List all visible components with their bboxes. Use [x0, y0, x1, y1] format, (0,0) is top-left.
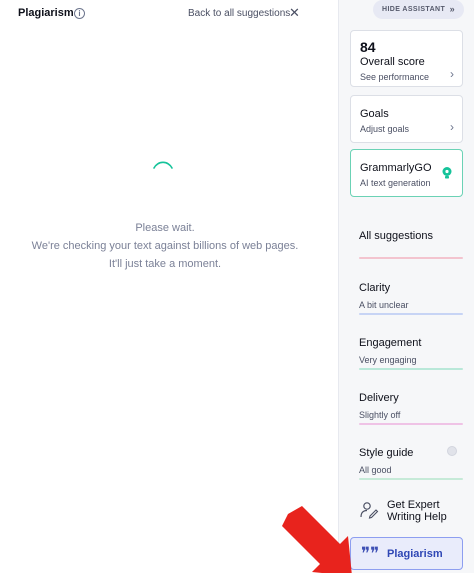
wait-message-line-2: We're checking your text against billion…	[31, 240, 299, 252]
category-status: Slightly off	[359, 410, 401, 420]
category-label: Engagement	[359, 337, 422, 349]
expert-line-1: Get Expert	[387, 499, 440, 511]
panel-header: Plagiarism i Back to all suggestions ✕	[0, 0, 338, 28]
category-clarity[interactable]: Clarity A bit unclear	[359, 282, 463, 316]
hide-assistant-button[interactable]: HIDE ASSISTANT »	[373, 0, 464, 19]
expert-line-2: Writing Help	[387, 511, 447, 523]
adjust-goals-link[interactable]: Adjust goals	[360, 124, 409, 134]
wait-message-line-3: It'll just take a moment.	[108, 258, 222, 270]
category-bar	[359, 478, 463, 480]
category-bar	[359, 368, 463, 370]
goals-label: Goals	[360, 108, 389, 120]
category-label: All suggestions	[359, 230, 433, 242]
overall-score-label: Overall score	[360, 56, 425, 68]
loading-spinner-icon	[153, 161, 173, 169]
plagiarism-button-label: Plagiarism	[387, 548, 443, 560]
status-dot-icon	[447, 446, 457, 456]
expert-writer-icon	[360, 502, 379, 519]
annotation-arrow-icon	[282, 506, 352, 573]
category-status: Very engaging	[359, 355, 417, 365]
assistant-sidebar: HIDE ASSISTANT » 84 Overall score See pe…	[339, 0, 474, 573]
double-chevron-right-icon: »	[449, 4, 455, 14]
info-icon[interactable]: i	[74, 8, 85, 19]
lightbulb-icon	[442, 167, 452, 179]
category-delivery[interactable]: Delivery Slightly off	[359, 392, 463, 426]
quote-icon: ❞❞	[361, 544, 380, 564]
category-status: A bit unclear	[359, 300, 409, 310]
category-engagement[interactable]: Engagement Very engaging	[359, 337, 463, 371]
overall-score-value: 84	[360, 39, 376, 55]
plagiarism-button[interactable]: ❞❞ Plagiarism	[350, 537, 463, 570]
panel-title: Plagiarism	[18, 7, 74, 19]
goals-card[interactable]: Goals Adjust goals ›	[350, 95, 463, 143]
see-performance-link[interactable]: See performance	[360, 72, 429, 82]
back-to-suggestions-link[interactable]: Back to all suggestions	[188, 8, 290, 19]
category-bar	[359, 257, 463, 259]
category-bar	[359, 313, 463, 315]
chevron-right-icon: ›	[450, 120, 454, 134]
plagiarism-panel: Plagiarism i Back to all suggestions ✕ P…	[0, 0, 338, 573]
chevron-right-icon: ›	[450, 67, 454, 81]
category-style-guide[interactable]: Style guide All good	[359, 446, 463, 481]
overall-score-card[interactable]: 84 Overall score See performance ›	[350, 30, 463, 87]
category-label: Delivery	[359, 392, 399, 404]
category-all-suggestions[interactable]: All suggestions	[359, 230, 463, 260]
hide-assistant-label: HIDE ASSISTANT	[382, 6, 446, 13]
grammarlygo-card[interactable]: GrammarlyGO AI text generation	[350, 149, 463, 197]
category-bar	[359, 423, 463, 425]
wait-message-line-1: Please wait.	[135, 222, 195, 234]
expert-writing-help-button[interactable]: Get Expert Writing Help	[359, 498, 469, 524]
category-status: All good	[359, 465, 392, 475]
close-icon[interactable]: ✕	[289, 5, 300, 21]
grammarlygo-label: GrammarlyGO	[360, 162, 432, 174]
category-label: Style guide	[359, 447, 414, 459]
grammarlygo-sub: AI text generation	[360, 178, 431, 188]
category-label: Clarity	[359, 282, 391, 294]
